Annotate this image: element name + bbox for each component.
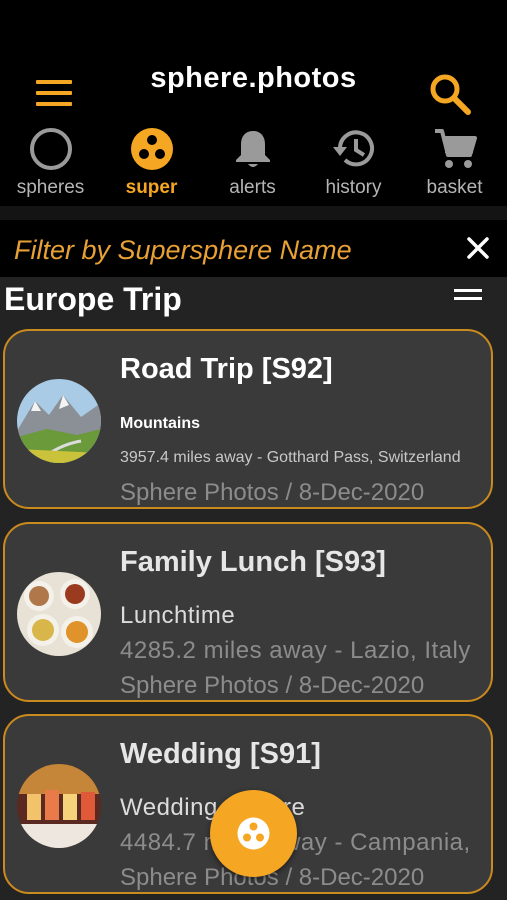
circle-outline-icon — [29, 128, 72, 170]
card-subtitle: Lunchtime — [120, 602, 236, 629]
tab-bar: spheres super alerts history basket — [0, 122, 507, 206]
tab-label: super — [125, 177, 178, 198]
card-source: Sphere Photos / 8-Dec-2020 — [120, 672, 425, 699]
card-subtitle: Mountains — [120, 415, 200, 432]
history-clock-icon — [332, 130, 374, 167]
supersphere-icon — [237, 817, 270, 850]
card-source: Sphere Photos / 8-Dec-2020 — [120, 479, 425, 506]
app-header: sphere.photos — [0, 0, 507, 122]
card-distance: 4285.2 miles away - Lazio, Italy — [120, 637, 471, 664]
tab-label: history — [325, 177, 382, 198]
bell-icon — [235, 131, 270, 167]
wedding-thumbnail — [17, 764, 101, 848]
tab-history[interactable]: history — [303, 122, 404, 206]
food-thumbnail — [17, 572, 101, 656]
divider — [0, 206, 507, 220]
sort-icon[interactable] — [454, 289, 482, 303]
tab-label: alerts — [229, 177, 276, 198]
search-icon[interactable] — [428, 72, 472, 116]
close-icon[interactable] — [466, 236, 490, 260]
tab-label: spheres — [16, 177, 85, 198]
card-title: Family Lunch [S93] — [120, 546, 386, 578]
supersphere-card[interactable]: Family Lunch [S93] Lunchtime 4285.2 mile… — [3, 522, 493, 702]
tab-label: basket — [426, 177, 483, 198]
card-distance: 4484.7 miles away - Campania, Italy — [120, 829, 480, 856]
mountain-thumbnail — [17, 379, 101, 463]
card-distance: 3957.4 miles away - Gotthard Pass, Switz… — [120, 449, 461, 466]
tab-super[interactable]: super — [101, 122, 202, 206]
tab-spheres[interactable]: spheres — [0, 122, 101, 206]
filter-bar — [0, 220, 507, 277]
tab-basket[interactable]: basket — [404, 122, 505, 206]
card-title: Road Trip [S92] — [120, 353, 333, 385]
filter-input[interactable] — [12, 230, 436, 270]
supersphere-card[interactable]: Road Trip [S92] Mountains 3957.4 miles a… — [3, 329, 493, 509]
card-title: Wedding [S91] — [120, 738, 321, 770]
group-title: Europe Trip — [4, 281, 182, 317]
cart-icon — [434, 129, 477, 168]
tab-alerts[interactable]: alerts — [202, 122, 303, 206]
supersphere-icon — [130, 128, 173, 170]
add-supersphere-button[interactable] — [210, 790, 297, 877]
